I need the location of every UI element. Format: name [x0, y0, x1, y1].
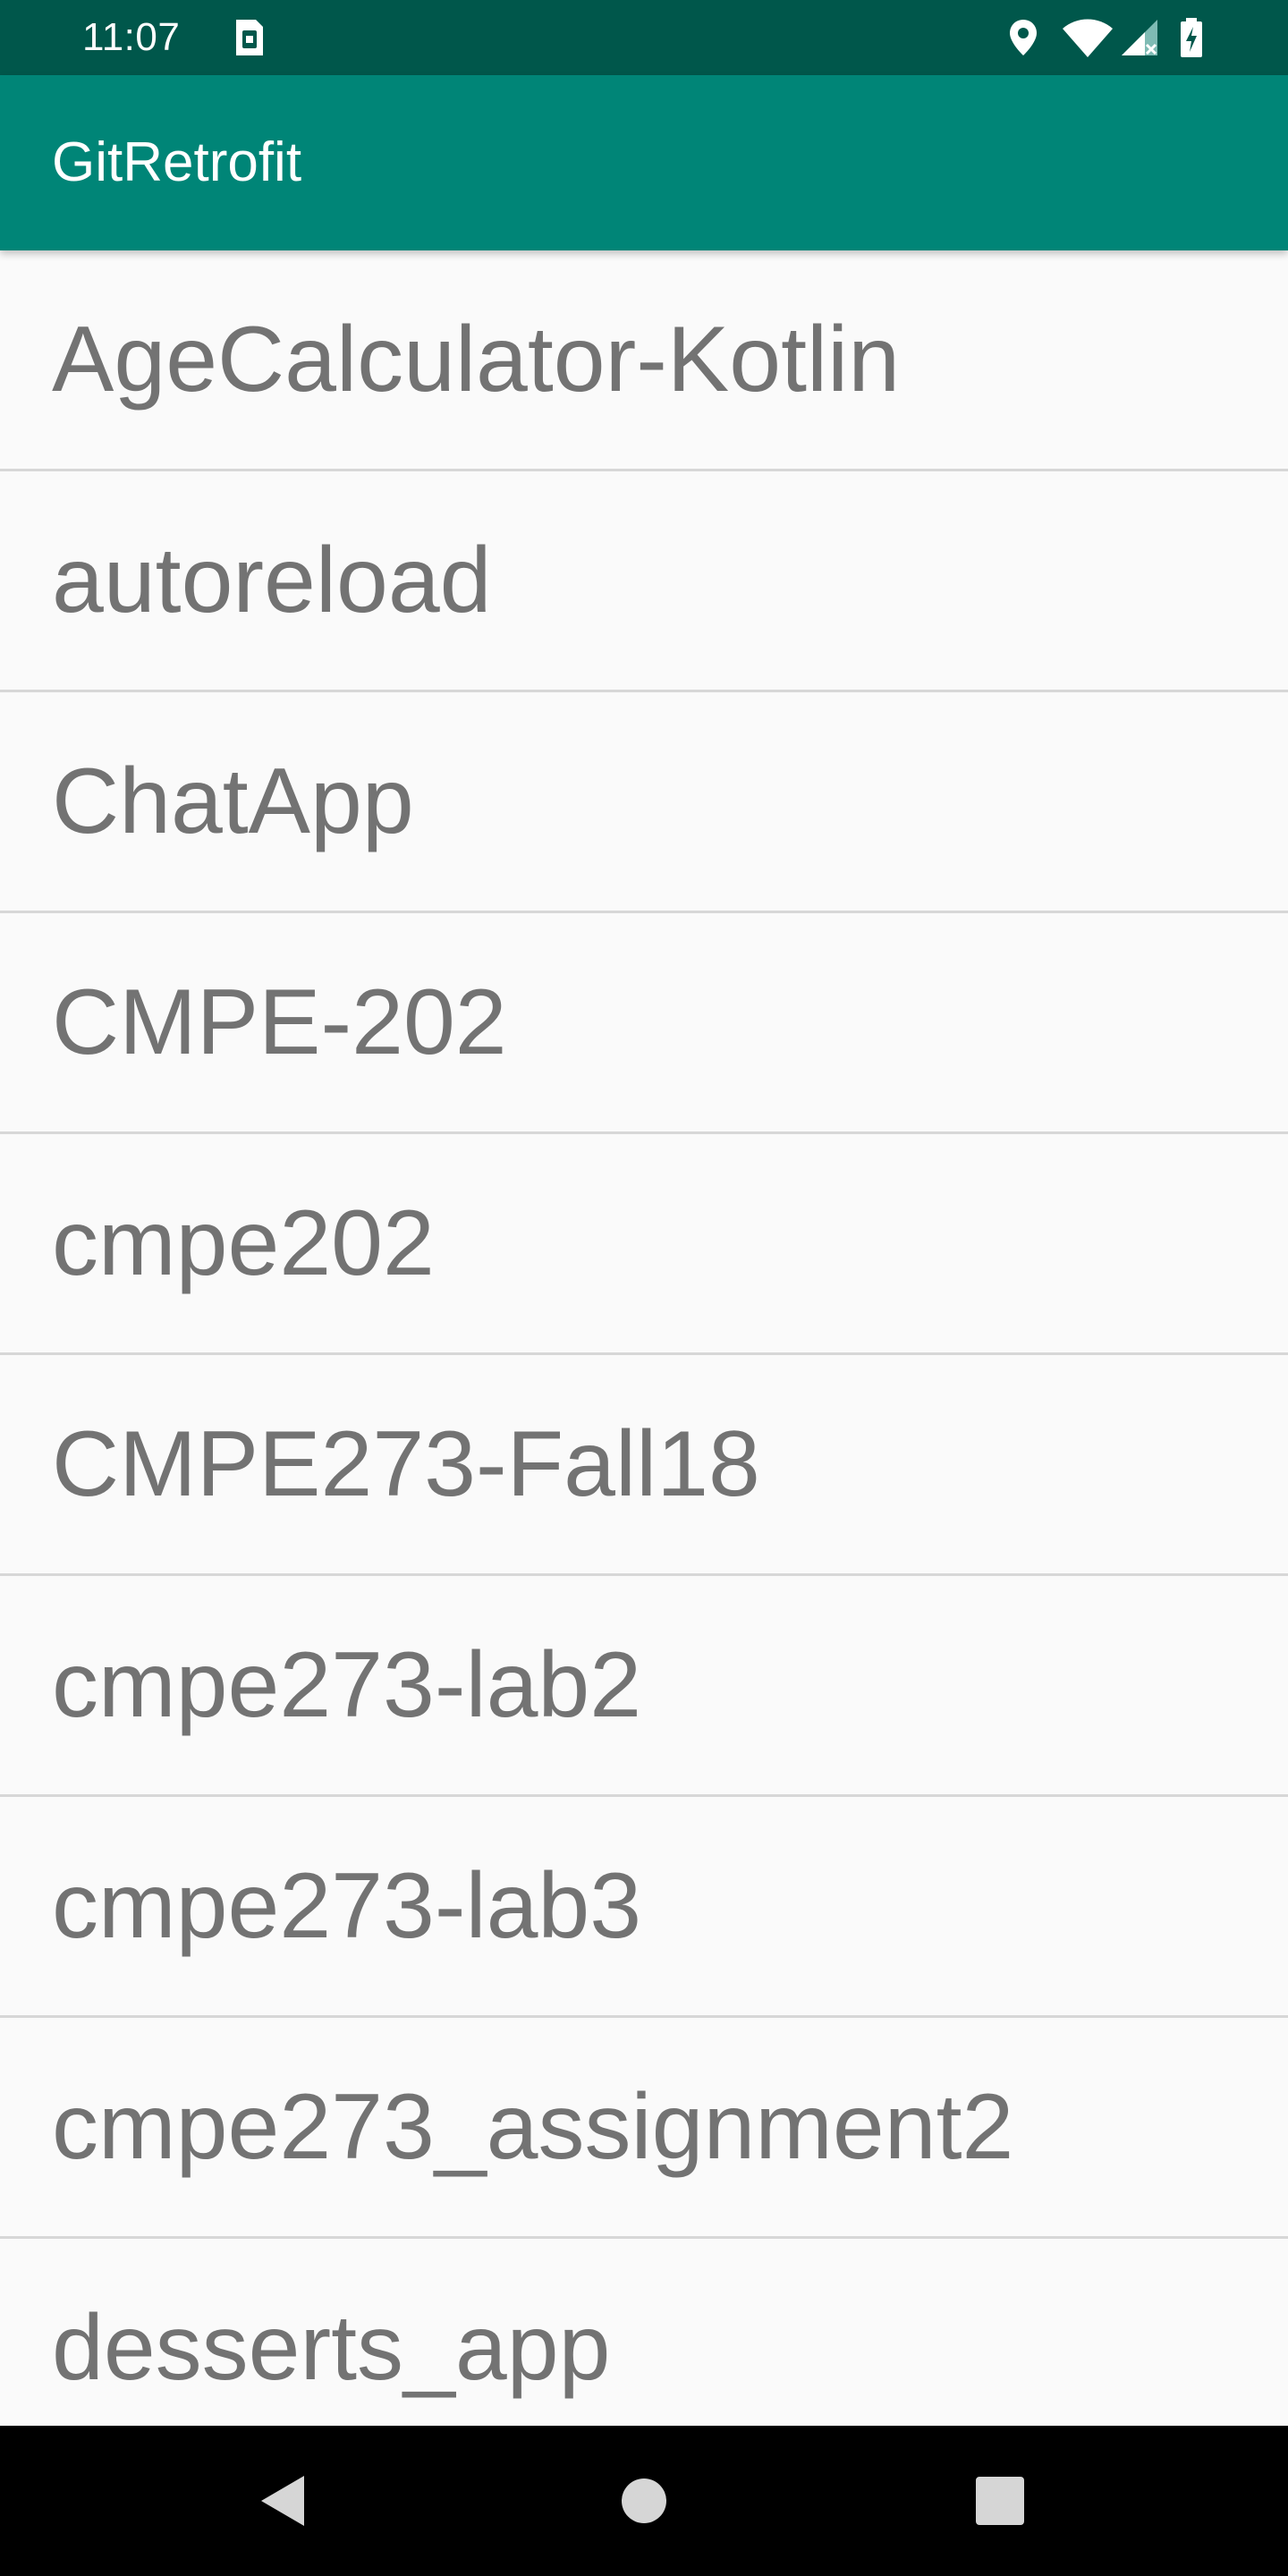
- list-item[interactable]: ChatApp: [0, 692, 1288, 913]
- repository-name: desserts_app: [52, 2296, 611, 2400]
- list-item[interactable]: autoreload: [0, 471, 1288, 692]
- repository-name: cmpe273-lab2: [52, 1633, 642, 1737]
- repository-name: CMPE-202: [52, 970, 507, 1074]
- status-bar: 11:07: [0, 0, 1288, 75]
- repository-name: cmpe273_assignment2: [52, 2075, 1014, 2179]
- list-item[interactable]: CMPE273-Fall18: [0, 1355, 1288, 1576]
- location-icon: [1010, 20, 1037, 55]
- sim-card-icon: [236, 20, 263, 55]
- list-item[interactable]: CMPE-202: [0, 913, 1288, 1134]
- repository-list[interactable]: AgeCalculator-Kotlin autoreload ChatApp …: [0, 250, 1288, 2426]
- list-item[interactable]: desserts_app: [0, 2239, 1288, 2426]
- list-item[interactable]: cmpe202: [0, 1134, 1288, 1355]
- repository-name: cmpe273-lab3: [52, 1854, 642, 1958]
- navigation-bar: [0, 2426, 1288, 2576]
- repository-name: ChatApp: [52, 750, 414, 853]
- repository-name: autoreload: [52, 529, 492, 632]
- battery-charging-icon: [1181, 18, 1202, 57]
- list-item[interactable]: cmpe273-lab3: [0, 1797, 1288, 2018]
- repository-name: cmpe202: [52, 1191, 435, 1295]
- recents-icon[interactable]: [964, 2465, 1036, 2537]
- repository-name: CMPE273-Fall18: [52, 1412, 760, 1516]
- wifi-icon: [1063, 19, 1113, 57]
- home-icon[interactable]: [608, 2465, 680, 2537]
- back-icon[interactable]: [249, 2465, 320, 2537]
- app-bar: GitRetrofit: [0, 75, 1288, 250]
- app-title: GitRetrofit: [52, 131, 302, 193]
- list-item[interactable]: cmpe273-lab2: [0, 1576, 1288, 1797]
- repository-name: AgeCalculator-Kotlin: [52, 308, 901, 411]
- list-item[interactable]: cmpe273_assignment2: [0, 2018, 1288, 2239]
- status-time: 11:07: [82, 15, 181, 59]
- list-item[interactable]: AgeCalculator-Kotlin: [0, 250, 1288, 471]
- cell-signal-icon: [1122, 20, 1157, 55]
- screen: 11:07 GitRetrofit AgeCalculator-Kotlin a…: [0, 0, 1288, 2576]
